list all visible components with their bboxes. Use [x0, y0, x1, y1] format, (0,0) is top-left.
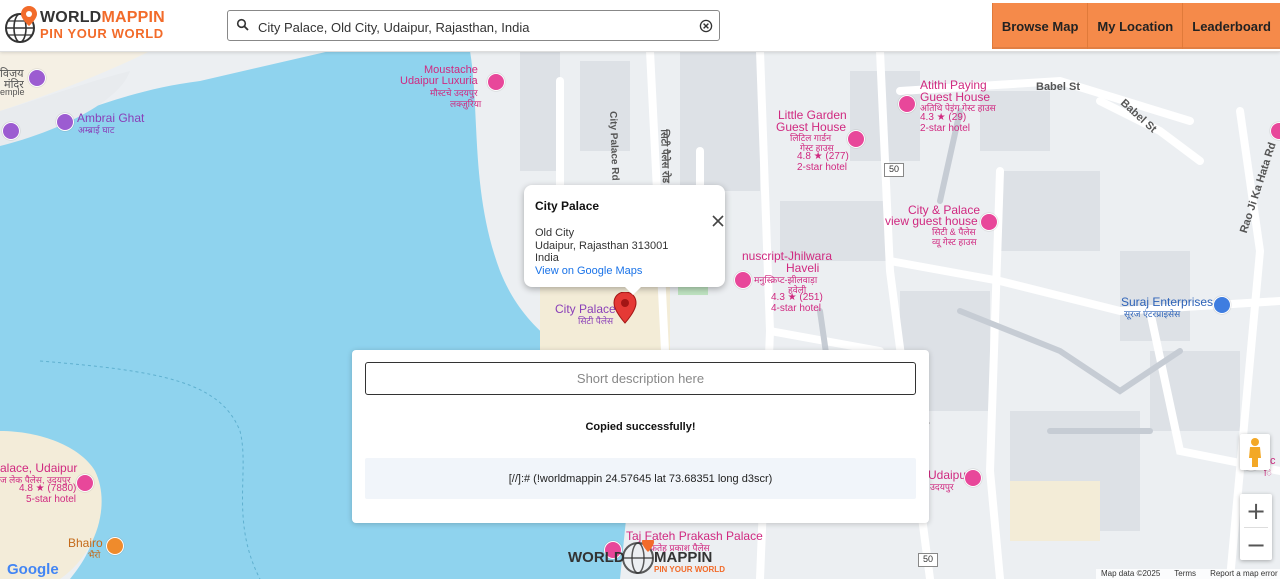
- globe-pin-icon: [5, 6, 37, 43]
- label-city-palace-view-4: व्यू गेस्ट हाउस: [932, 237, 977, 247]
- map-data-text: Map data ©2025: [1101, 569, 1161, 578]
- hotel-pin-city-palace-view-icon[interactable]: [980, 213, 998, 231]
- main-nav: Browse Map My Location Leaderboard: [991, 3, 1280, 49]
- location-search-box: [227, 10, 720, 41]
- info-window-title: City Palace: [535, 199, 600, 213]
- ghat-icon[interactable]: [2, 122, 20, 140]
- view-on-google-maps-link[interactable]: View on Google Maps: [535, 265, 642, 277]
- copy-status-text: Copied successfully!: [585, 421, 696, 433]
- label-jhilwara-class: 4-star hotel: [771, 303, 822, 314]
- pin-code-panel: Copied successfully! [//]:# (!worldmappi…: [352, 350, 929, 523]
- address-line-1: Old City: [535, 227, 575, 239]
- watermark-word-world: WORLD: [568, 549, 625, 566]
- report-map-error-link[interactable]: Report a map error: [1210, 569, 1278, 579]
- short-description-input[interactable]: [365, 362, 916, 395]
- address-line-3: India: [535, 252, 559, 264]
- info-window-tail: [624, 286, 642, 295]
- leaderboard-button[interactable]: Leaderboard: [1182, 3, 1280, 49]
- label-udaipur-right-hi: उदयपुर: [930, 482, 954, 492]
- label-atithi-rating: 4.3 ★ (29): [920, 112, 967, 123]
- label-moustache-4: लक्ज़ुरिया: [450, 99, 482, 109]
- temple-icon[interactable]: [28, 69, 46, 87]
- hotel-pin-moustache-icon[interactable]: [487, 73, 505, 91]
- browse-map-button[interactable]: Browse Map: [991, 3, 1088, 49]
- label-suraj-enterprises-hi: सूरज एंटरप्राइसेस: [1124, 309, 1181, 319]
- label-atithi-class: 2-star hotel: [920, 123, 971, 134]
- pin-code-output[interactable]: [//]:# (!worldmappin 24.57645 lat 73.683…: [365, 458, 916, 499]
- label-little-garden-class: 2-star hotel: [797, 162, 848, 173]
- hotel-pin-udaipur-right-icon[interactable]: [964, 469, 982, 487]
- hotel-pin-little-garden-icon[interactable]: [847, 130, 865, 148]
- logo-word-mappin: MAPPIN: [101, 9, 165, 26]
- top-header: WORLDMAPPIN PIN YOUR WORLD Browse Map My…: [0, 0, 1280, 52]
- search-input[interactable]: [256, 15, 690, 39]
- logo-title: WORLDMAPPIN: [40, 9, 165, 27]
- street-view-pegman[interactable]: [1240, 434, 1270, 470]
- label-little-garden-rating: 4.8 ★ (277): [797, 151, 849, 162]
- label-jhilwara-rating: 4.3 ★ (251): [771, 292, 823, 303]
- street-babel-st: Babel St: [1036, 81, 1081, 93]
- label-ambrai-ghat-hi: अम्ब्राई घाट: [78, 125, 115, 135]
- ambrai-ghat-icon[interactable]: [56, 113, 74, 131]
- label-jhilwara-3: मनुस्क्रिप्ट-झीलवाड़ा: [754, 275, 818, 285]
- label-lake-palace-class: 5-star hotel: [26, 494, 77, 505]
- hotel-pin-atithi-icon[interactable]: [898, 95, 916, 113]
- watermark-tagline: PIN YOUR WORLD: [654, 565, 725, 574]
- logo-tagline: PIN YOUR WORLD: [40, 26, 164, 41]
- lock-icon[interactable]: [1213, 296, 1231, 314]
- google-logo[interactable]: Google: [7, 561, 59, 578]
- my-location-button[interactable]: My Location: [1087, 3, 1183, 49]
- zoom-in-button[interactable]: +: [1240, 494, 1272, 527]
- watermark-word-mappin: MAPPIN: [654, 549, 713, 566]
- clear-search-icon[interactable]: [699, 19, 713, 33]
- route-50-shield: 50: [884, 163, 904, 177]
- info-window-address: Old City Udaipur, Rajasthan 313001 India: [535, 227, 668, 265]
- hotel-pin-jhilwara-icon[interactable]: [734, 271, 752, 289]
- zoom-out-button[interactable]: −: [1240, 528, 1272, 561]
- close-icon[interactable]: [711, 214, 725, 228]
- address-line-2: Udaipur, Rajasthan 313001: [535, 239, 669, 252]
- map-attribution: Map data ©2025 Terms Report a map error: [1096, 569, 1280, 579]
- label-bhairo-hi: भैरो: [88, 550, 101, 560]
- worldmappin-logo[interactable]: WORLDMAPPIN PIN YOUR WORLD: [4, 6, 165, 46]
- logo-word-world: WORLD: [40, 9, 102, 26]
- label-temple: emple: [0, 87, 25, 97]
- location-marker-icon[interactable]: [613, 292, 637, 324]
- label-city-palace-hi: सिटी पैलेस: [578, 316, 614, 326]
- hotel-pin-lake-palace-icon[interactable]: [76, 474, 94, 492]
- temple-bhairo-icon[interactable]: [106, 537, 124, 555]
- pegman-icon: [1249, 438, 1261, 467]
- route-50-shield-2: 50: [918, 553, 938, 567]
- zoom-controls: + −: [1240, 494, 1272, 560]
- street-city-palace-rd-hi: सिटी पैलेस रोड: [658, 129, 671, 184]
- search-icon: [236, 18, 249, 31]
- label-lake-palace-rating: 4.8 ★ (7880): [19, 483, 77, 494]
- terms-link[interactable]: Terms: [1174, 569, 1196, 579]
- info-window: City Palace Old City Udaipur, Rajasthan …: [524, 185, 725, 287]
